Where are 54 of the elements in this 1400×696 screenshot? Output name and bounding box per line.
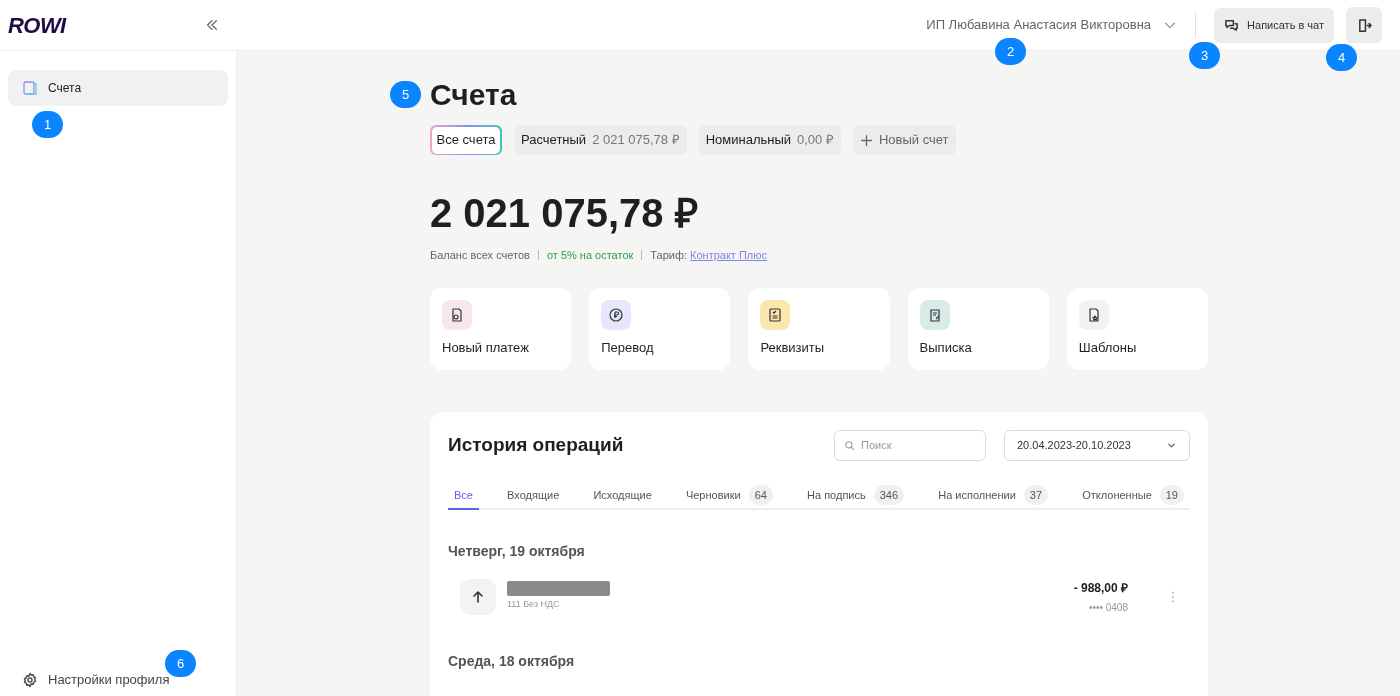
history-tab[interactable]: Все [448,482,479,510]
history-tab[interactable]: Исходящие [587,482,658,510]
callout-marker: 5 [390,81,421,108]
account-number: •••• 0408 [1088,600,1128,615]
checklist-icon [767,306,784,323]
more-icon [1171,589,1175,604]
chat-icon [1224,17,1240,33]
history-tab[interactable]: Черновики 64 [679,482,779,510]
ruble-icon [608,306,625,323]
count-badge: 37 [1023,484,1049,506]
operation-amount: - 988,00 ₽ [1073,579,1128,597]
collapse-icon [205,18,219,32]
account-chip[interactable]: Расчетный 2 021 075,78 ₽ [514,125,687,155]
interest-note: от 5% на остаток [546,248,634,263]
count-badge: 346 [873,484,905,506]
wallet-icon [22,80,38,96]
action-card[interactable]: Выписка [907,287,1049,370]
callout-marker: 4 [1326,44,1357,71]
arrow-up-icon [470,588,486,605]
balance-amount: 2 021 075,78 ₽ [430,190,699,237]
action-card[interactable]: Реквизиты [748,287,890,370]
history-tab[interactable]: Отклоненные 19 [1076,482,1190,510]
section-title: История операций [448,432,625,457]
callout-marker: 3 [1189,42,1220,69]
sidebar-item[interactable]: Счета [8,70,228,106]
history-tab[interactable]: Входящие [501,482,566,510]
logout-button[interactable] [1346,7,1382,43]
company-selector[interactable]: ИП Любавина Анастасия Викторовна [926,15,1178,35]
operation-note: 111 Без НДС [507,598,561,612]
balance-caption: Баланс всех счетов [430,248,530,263]
logo[interactable]: ROWI [8,8,66,42]
history-tab[interactable]: На исполнении 37 [932,482,1055,510]
plus-icon [859,133,873,147]
date-heading: Четверг, 19 октября [448,541,586,561]
page-title: Счета [430,77,518,113]
date-heading: Среда, 18 октября [448,651,576,671]
tariff-label: Тариф: [650,248,688,263]
document-icon [449,306,465,323]
callout-marker: 2 [995,38,1026,65]
search-icon [844,439,855,451]
action-card[interactable]: Новый платеж [430,287,572,370]
account-chip[interactable]: Новый счет [852,125,956,155]
account-chip[interactable]: Все счета [430,125,502,155]
date-range-picker[interactable]: 20.04.2023-20.10.2023 [1004,429,1190,461]
count-badge: 19 [1159,484,1184,506]
logout-icon [1356,17,1372,33]
settings-icon [22,672,38,688]
account-chip[interactable]: Номинальный 0,00 ₽ [698,125,841,155]
history-tab[interactable]: На подпись 346 [801,482,911,510]
search-field[interactable]: Поиск [834,429,986,461]
count-badge: 64 [748,484,773,506]
chat-button[interactable]: Написать в чат [1214,7,1334,43]
action-card[interactable]: Шаблоны [1066,287,1208,370]
action-card[interactable]: Перевод [589,287,731,370]
